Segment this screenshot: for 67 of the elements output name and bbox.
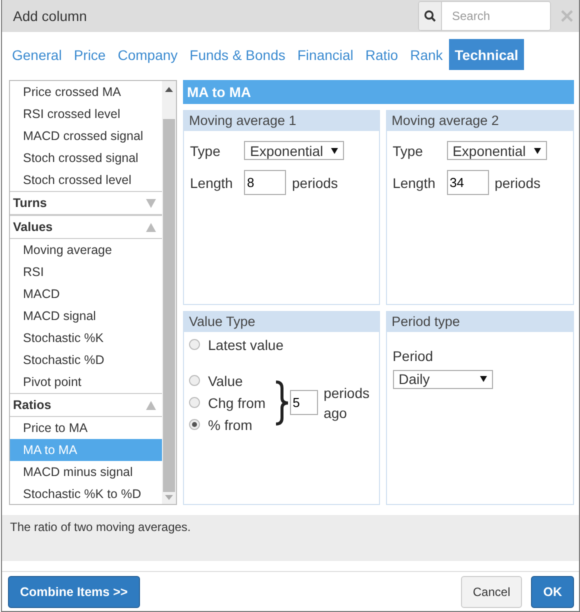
panel-title: Period type [386, 312, 573, 332]
radio-option[interactable]: % from [189, 414, 266, 436]
list-item[interactable]: MACD minus signal [10, 461, 162, 483]
dialog-button[interactable]: Cancel [460, 576, 522, 608]
list-item[interactable]: Price to MA [10, 417, 162, 439]
tab[interactable]: Funds & Bonds [184, 39, 292, 70]
tab[interactable]: Technical [448, 39, 524, 70]
length-field[interactable]: 8 [244, 170, 286, 195]
group-header[interactable]: Values [10, 215, 162, 239]
period-label: Period [392, 348, 434, 364]
length-field[interactable]: 34 [446, 170, 489, 195]
radio-option[interactable]: Value [189, 370, 266, 392]
list-item[interactable]: RSI [10, 261, 162, 283]
collapse-arrow-icon [146, 222, 156, 232]
caret-icon [480, 376, 487, 382]
tab[interactable]: Financial [291, 39, 360, 70]
length-label: Length [392, 174, 436, 190]
list-item[interactable]: MACD signal [10, 305, 162, 327]
list-item[interactable]: Moving average [10, 239, 162, 261]
collapse-arrow-icon [146, 400, 156, 410]
dialog-button[interactable]: Combine Items >> [8, 576, 140, 608]
scroll-down-icon[interactable] [165, 495, 173, 500]
length-label: Length [190, 174, 234, 190]
window-title: Add column [13, 8, 88, 24]
unit-label: periods [494, 174, 540, 190]
caret-icon [331, 148, 338, 154]
periods-field[interactable]: 5 [290, 390, 318, 415]
radio-option[interactable]: Chg from [189, 392, 266, 414]
list-item[interactable]: Stoch crossed level [10, 169, 162, 191]
list-item[interactable]: Stochastic %D [10, 349, 162, 371]
list-item[interactable]: Stochastic %K [10, 327, 162, 349]
search-field[interactable]: Search [418, 1, 551, 31]
dialog-button[interactable]: OK [531, 576, 574, 608]
list-item[interactable]: Pivot point [10, 371, 162, 393]
list-item[interactable]: Stochastic %K to %D [10, 483, 162, 504]
type-label: Type [190, 142, 222, 158]
panel-title: Value Type [184, 312, 379, 332]
scroll-up-icon[interactable] [165, 87, 173, 92]
tab[interactable]: Ratio [359, 39, 404, 70]
scrollbar[interactable] [162, 81, 176, 504]
expand-arrow-icon [146, 198, 156, 208]
list-item[interactable]: MACD [10, 283, 162, 305]
caret-icon [534, 148, 541, 154]
close-icon[interactable] [561, 10, 573, 22]
tab[interactable]: Rank [404, 39, 449, 70]
search-icon [424, 10, 436, 22]
periods-ago-label: periods ago [324, 384, 370, 422]
group-header[interactable]: Ratios [10, 393, 162, 417]
radio-option[interactable]: Latest value [189, 334, 374, 356]
panel-title: Moving average 2 [386, 111, 573, 131]
list-item[interactable]: MACD crossed signal [10, 125, 162, 147]
type-dropdown[interactable]: Exponential [244, 141, 344, 160]
tab[interactable]: Price [68, 39, 112, 70]
type-dropdown[interactable]: Exponential [446, 141, 547, 160]
list-item[interactable]: Price crossed MA [10, 81, 162, 103]
tab[interactable]: Company [112, 39, 184, 70]
period-dropdown[interactable]: Daily [392, 370, 493, 388]
description-text: The ratio of two moving averages. [10, 520, 191, 534]
type-label: Type [392, 142, 424, 158]
detail-title: MA to MA [183, 80, 574, 104]
panel-title: Moving average 1 [184, 111, 379, 131]
tab[interactable]: General [6, 39, 68, 70]
list-item[interactable]: RSI crossed level [10, 103, 162, 125]
unit-label: periods [292, 174, 338, 190]
group-header[interactable]: Turns [10, 191, 162, 215]
brace-icon [274, 380, 290, 426]
list-item[interactable]: Stoch crossed signal [10, 147, 162, 169]
